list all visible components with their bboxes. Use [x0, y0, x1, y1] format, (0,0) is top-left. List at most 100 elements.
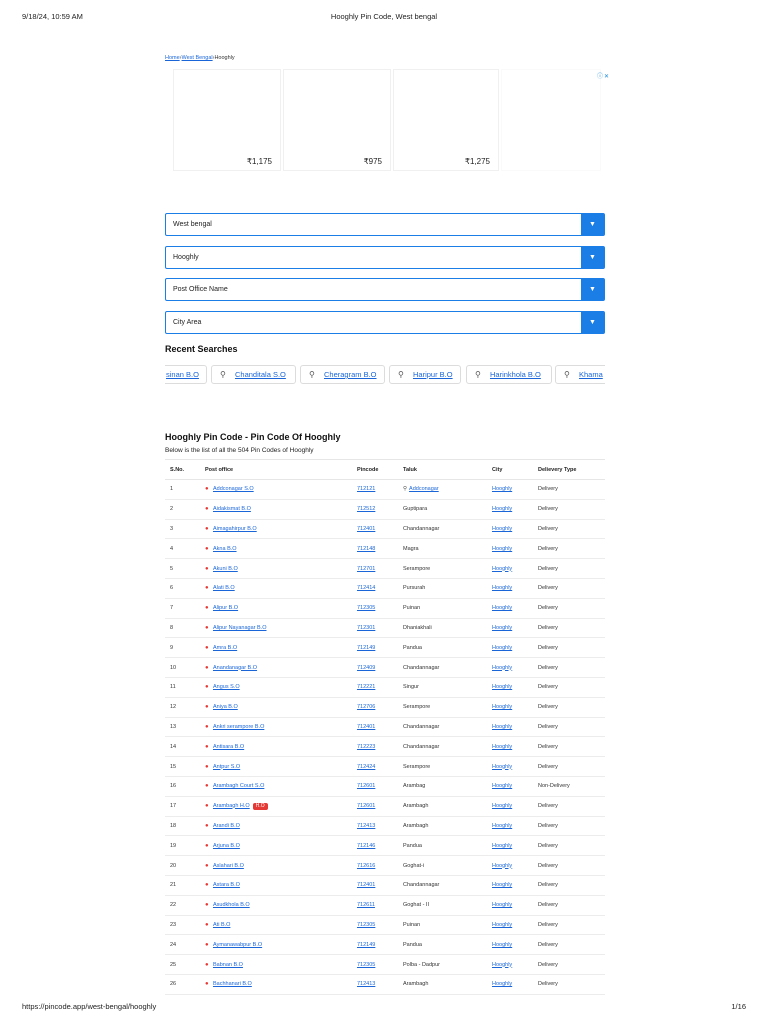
post-office-link[interactable]: Aymanawabpur B.O — [213, 942, 262, 948]
pincode-link[interactable]: 712121 — [357, 486, 375, 492]
pincode-link[interactable]: 712223 — [357, 744, 375, 750]
pincode-link[interactable]: 712512 — [357, 506, 375, 512]
recent-search-chip[interactable]: ⚲ Chanditala S.O — [211, 365, 296, 384]
post-office-link[interactable]: Aimagahirpur B.O — [213, 526, 257, 532]
post-office-link[interactable]: Aniya B.O — [213, 704, 238, 710]
pincode-link[interactable]: 712401 — [357, 526, 375, 532]
district-select[interactable]: Hooghly ▼ — [165, 245, 605, 269]
post-office-link[interactable]: Ankri serampore B.O — [213, 724, 264, 730]
pincode-link[interactable]: 712301 — [357, 625, 375, 631]
city-link[interactable]: Hooghly — [492, 882, 512, 888]
post-office-link[interactable]: Antpur S.O — [213, 764, 240, 770]
ad-product-card[interactable] — [501, 69, 601, 171]
post-office-link[interactable]: Astara B.O — [213, 882, 240, 888]
city-link[interactable]: Hooghly — [492, 546, 512, 552]
ad-product-card[interactable]: ₹1,175 — [173, 69, 281, 171]
pincode-link[interactable]: 712401 — [357, 724, 375, 730]
pincode-link[interactable]: 712149 — [357, 645, 375, 651]
pincode-link[interactable]: 712409 — [357, 665, 375, 671]
recent-searches-strip[interactable]: sinan B.O ⚲ Chanditala S.O ⚲ Cheragram B… — [165, 363, 605, 387]
post-office-link[interactable]: Bachhanari B.O — [213, 981, 252, 987]
city-link[interactable]: Hooghly — [492, 863, 512, 869]
city-area-select[interactable]: City Area ▼ — [165, 310, 605, 334]
pincode-link[interactable]: 712601 — [357, 803, 375, 809]
city-link[interactable]: Hooghly — [492, 744, 512, 750]
breadcrumb-home-link[interactable]: Home — [165, 55, 180, 61]
post-office-link[interactable]: Alipur Nayanagar B.O — [213, 625, 267, 631]
recent-search-chip[interactable]: ⚲ Cheragram B.O — [300, 365, 385, 384]
post-office-link[interactable]: Anandanagar B.O — [213, 665, 257, 671]
post-office-link[interactable]: Amra B.O — [213, 645, 237, 651]
recent-search-chip[interactable]: ⚲ Harinkhola B.O — [466, 365, 552, 384]
post-office-link[interactable]: Aslahari B.O — [213, 863, 244, 869]
city-link[interactable]: Hooghly — [492, 566, 512, 572]
post-office-link[interactable]: Arambagh H.O — [213, 803, 250, 809]
city-link[interactable]: Hooghly — [492, 981, 512, 987]
ad-product-card[interactable]: ₹1,275 — [393, 69, 499, 171]
city-link[interactable]: Hooghly — [492, 942, 512, 948]
ad-banner[interactable]: ₹1,175 ₹975 ₹1,275 ⓘ✕ — [165, 69, 609, 175]
dropdown-arrow-icon[interactable]: ▼ — [581, 310, 604, 334]
post-office-link[interactable]: Angus S.O — [213, 684, 240, 690]
pincode-link[interactable]: 712611 — [357, 902, 375, 908]
recent-search-chip[interactable]: ⚲ Haripur B.O — [389, 365, 461, 384]
city-link[interactable]: Hooghly — [492, 922, 512, 928]
post-office-link[interactable]: Akuni B.O — [213, 566, 238, 572]
city-link[interactable]: Hooghly — [492, 803, 512, 809]
pincode-link[interactable]: 712401 — [357, 882, 375, 888]
city-link[interactable]: Hooghly — [492, 645, 512, 651]
city-link[interactable]: Hooghly — [492, 783, 512, 789]
pincode-link[interactable]: 712414 — [357, 585, 375, 591]
post-office-link[interactable]: Arambagh Court S.O — [213, 783, 264, 789]
city-link[interactable]: Hooghly — [492, 486, 512, 492]
pincode-link[interactable]: 712148 — [357, 546, 375, 552]
pincode-link[interactable]: 712221 — [357, 684, 375, 690]
dropdown-arrow-icon[interactable]: ▼ — [581, 278, 604, 301]
post-office-link[interactable]: Addconagar S.O — [213, 486, 254, 492]
post-office-link[interactable]: Arjuna B.O — [213, 843, 240, 849]
post-office-link[interactable]: Alati B.O — [213, 585, 235, 591]
pincode-link[interactable]: 712701 — [357, 566, 375, 572]
taluk-link[interactable]: Addconagar — [409, 486, 439, 492]
pincode-link[interactable]: 712305 — [357, 922, 375, 928]
pincode-link[interactable]: 712616 — [357, 863, 375, 869]
post-office-link[interactable]: Aidakismat B.O — [213, 506, 251, 512]
post-office-link[interactable]: Asudkhola B.O — [213, 902, 250, 908]
pincode-link[interactable]: 712149 — [357, 942, 375, 948]
city-link[interactable]: Hooghly — [492, 625, 512, 631]
ad-product-card[interactable]: ₹975 — [283, 69, 391, 171]
pincode-link[interactable]: 712146 — [357, 843, 375, 849]
city-link[interactable]: Hooghly — [492, 526, 512, 532]
breadcrumb-state-link[interactable]: West Bengal — [182, 55, 213, 61]
recent-search-chip[interactable]: ⚲ Khama — [555, 365, 605, 384]
city-link[interactable]: Hooghly — [492, 962, 512, 968]
pincode-link[interactable]: 712601 — [357, 783, 375, 789]
city-link[interactable]: Hooghly — [492, 704, 512, 710]
recent-search-chip[interactable]: sinan B.O — [165, 365, 207, 384]
city-link[interactable]: Hooghly — [492, 764, 512, 770]
post-office-link[interactable]: Alipur B.O — [213, 605, 238, 611]
post-office-link[interactable]: Arandi B.O — [213, 823, 240, 829]
city-link[interactable]: Hooghly — [492, 902, 512, 908]
city-link[interactable]: Hooghly — [492, 665, 512, 671]
post-office-link[interactable]: Akna B.O — [213, 546, 237, 552]
pincode-link[interactable]: 712413 — [357, 981, 375, 987]
pincode-link[interactable]: 712424 — [357, 764, 375, 770]
dropdown-arrow-icon[interactable]: ▼ — [581, 213, 604, 236]
city-link[interactable]: Hooghly — [492, 843, 512, 849]
pincode-link[interactable]: 712305 — [357, 605, 375, 611]
pincode-link[interactable]: 712413 — [357, 823, 375, 829]
post-office-link[interactable]: Ati B.O — [213, 922, 230, 928]
city-link[interactable]: Hooghly — [492, 506, 512, 512]
post-office-link[interactable]: Antisara B.O — [213, 744, 244, 750]
dropdown-arrow-icon[interactable]: ▼ — [581, 245, 604, 269]
city-link[interactable]: Hooghly — [492, 684, 512, 690]
state-select[interactable]: West bengal ▼ — [165, 213, 605, 236]
city-link[interactable]: Hooghly — [492, 823, 512, 829]
pincode-link[interactable]: 712706 — [357, 704, 375, 710]
ad-choices-icon[interactable]: ⓘ✕ — [597, 71, 610, 80]
city-link[interactable]: Hooghly — [492, 605, 512, 611]
city-link[interactable]: Hooghly — [492, 585, 512, 591]
post-office-select[interactable]: Post Office Name ▼ — [165, 278, 605, 301]
city-link[interactable]: Hooghly — [492, 724, 512, 730]
